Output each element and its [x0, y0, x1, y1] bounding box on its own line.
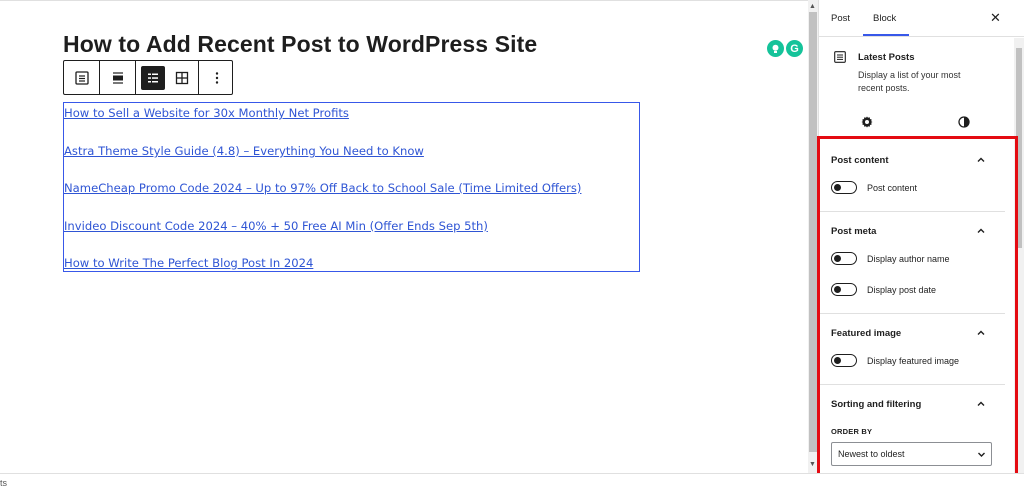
more-options-icon[interactable] — [199, 61, 234, 94]
chevron-down-icon — [978, 452, 985, 457]
sidebar-scrollbar[interactable] — [1014, 38, 1024, 473]
sidebar-tabs: Post Block ✕ — [819, 0, 1024, 37]
chevron-up-icon[interactable] — [976, 399, 986, 409]
toggle-switch[interactable] — [831, 354, 857, 367]
gear-icon[interactable] — [861, 116, 873, 128]
order-by-select[interactable]: Newest to oldest — [831, 442, 992, 466]
toggle-label: Display post date — [867, 284, 937, 295]
latest-post-link[interactable]: Invideo Discount Code 2024 – 40% + 50 Fr… — [64, 219, 488, 233]
panel-title[interactable]: Sorting and filtering — [831, 399, 921, 410]
lightbulb-icon-graphic — [772, 44, 779, 53]
toggle-switch[interactable] — [831, 252, 857, 265]
settings-sidebar: Post Block ✕ Latest Posts Display a list… — [818, 0, 1024, 473]
latest-posts-block-icon-graphic — [74, 70, 89, 85]
tab-block[interactable]: Block — [873, 13, 896, 24]
grammarly-widget[interactable]: G — [767, 40, 803, 57]
toggle-switch[interactable] — [831, 181, 857, 194]
toolbar-group-block — [64, 61, 100, 94]
latest-post-link[interactable]: NameCheap Promo Code 2024 – Up to 97% Of… — [64, 181, 581, 195]
block-inspector-tabs — [819, 108, 1024, 139]
toggle-label: Post content — [867, 182, 918, 193]
panel-title[interactable]: Featured image — [831, 328, 901, 339]
toggle-label: Display featured image — [867, 355, 960, 366]
chevron-up-icon[interactable] — [976, 155, 986, 165]
more-options-icon-graphic — [215, 71, 218, 84]
half-circle-style-icon[interactable] — [958, 116, 970, 128]
lightbulb-icon[interactable] — [767, 40, 784, 57]
chevron-up-icon[interactable] — [976, 226, 986, 236]
status-footer: ts — [0, 473, 1024, 492]
list-view-icon-graphic — [148, 73, 158, 82]
close-icon[interactable]: ✕ — [990, 10, 1001, 26]
toolbar-group-view — [136, 61, 199, 94]
toggle-featured-image[interactable]: Display featured image — [831, 354, 959, 367]
latest-posts-block-icon — [834, 51, 846, 63]
editor-canvas[interactable]: How to Add Recent Post to WordPress Site — [0, 1, 808, 473]
toolbar-group-more — [199, 61, 234, 94]
block-card-description: Display a list of your most recent posts… — [858, 70, 961, 93]
latest-post-link[interactable]: Astra Theme Style Guide (4.8) – Everythi… — [64, 144, 424, 158]
sidebar-scroll-thumb[interactable] — [1016, 48, 1022, 248]
align-icon[interactable] — [100, 61, 135, 94]
order-by-value: Newest to oldest — [838, 449, 905, 459]
scroll-down-arrow-icon[interactable]: ▼ — [809, 461, 816, 468]
toggle-post-content[interactable]: Post content — [831, 181, 917, 194]
active-tab-indicator — [863, 34, 909, 36]
panel-title[interactable]: Post content — [831, 155, 889, 166]
latest-post-link[interactable]: How to Write The Perfect Blog Post In 20… — [64, 256, 313, 270]
editor-page: How to Add Recent Post to WordPress Site — [0, 0, 1024, 492]
chevron-up-icon[interactable] — [976, 328, 986, 338]
latest-post-link[interactable]: How to Sell a Website for 30x Monthly Ne… — [64, 106, 349, 120]
canvas-scroll-thumb[interactable] — [809, 12, 817, 452]
canvas-scrollbar[interactable]: ▲ ▼ — [808, 0, 818, 473]
order-by-label: ORDER BY — [831, 427, 873, 436]
post-title[interactable]: How to Add Recent Post to WordPress Site — [63, 31, 537, 58]
block-card: Latest Posts Display a list of your most… — [819, 38, 1024, 108]
toggle-author-name[interactable]: Display author name — [831, 252, 950, 265]
block-toolbar — [63, 60, 233, 95]
grid-view-icon-graphic — [175, 71, 189, 84]
panel-title[interactable]: Post meta — [831, 226, 876, 237]
tab-post[interactable]: Post — [831, 13, 850, 24]
toggle-post-date[interactable]: Display post date — [831, 283, 936, 296]
toggle-switch[interactable] — [831, 283, 857, 296]
grid-view-icon[interactable] — [170, 61, 194, 94]
latest-posts-block-icon[interactable] — [64, 61, 99, 94]
latest-posts-block[interactable]: How to Sell a Website for 30x Monthly Ne… — [63, 102, 640, 272]
align-icon-graphic — [112, 71, 123, 84]
panel-post-meta: Post meta Display author name Display po… — [819, 212, 1005, 314]
panel-featured-image: Featured image Display featured image — [819, 314, 1005, 385]
list-view-icon[interactable] — [141, 65, 165, 90]
block-card-title: Latest Posts — [858, 52, 915, 63]
grammarly-icon[interactable]: G — [786, 40, 803, 57]
toggle-label: Display author name — [867, 253, 950, 264]
scroll-up-arrow-icon[interactable]: ▲ — [809, 3, 816, 10]
toolbar-group-align — [100, 61, 136, 94]
footer-text: ts — [0, 478, 8, 488]
panel-post-content: Post content Post content — [819, 138, 1005, 212]
